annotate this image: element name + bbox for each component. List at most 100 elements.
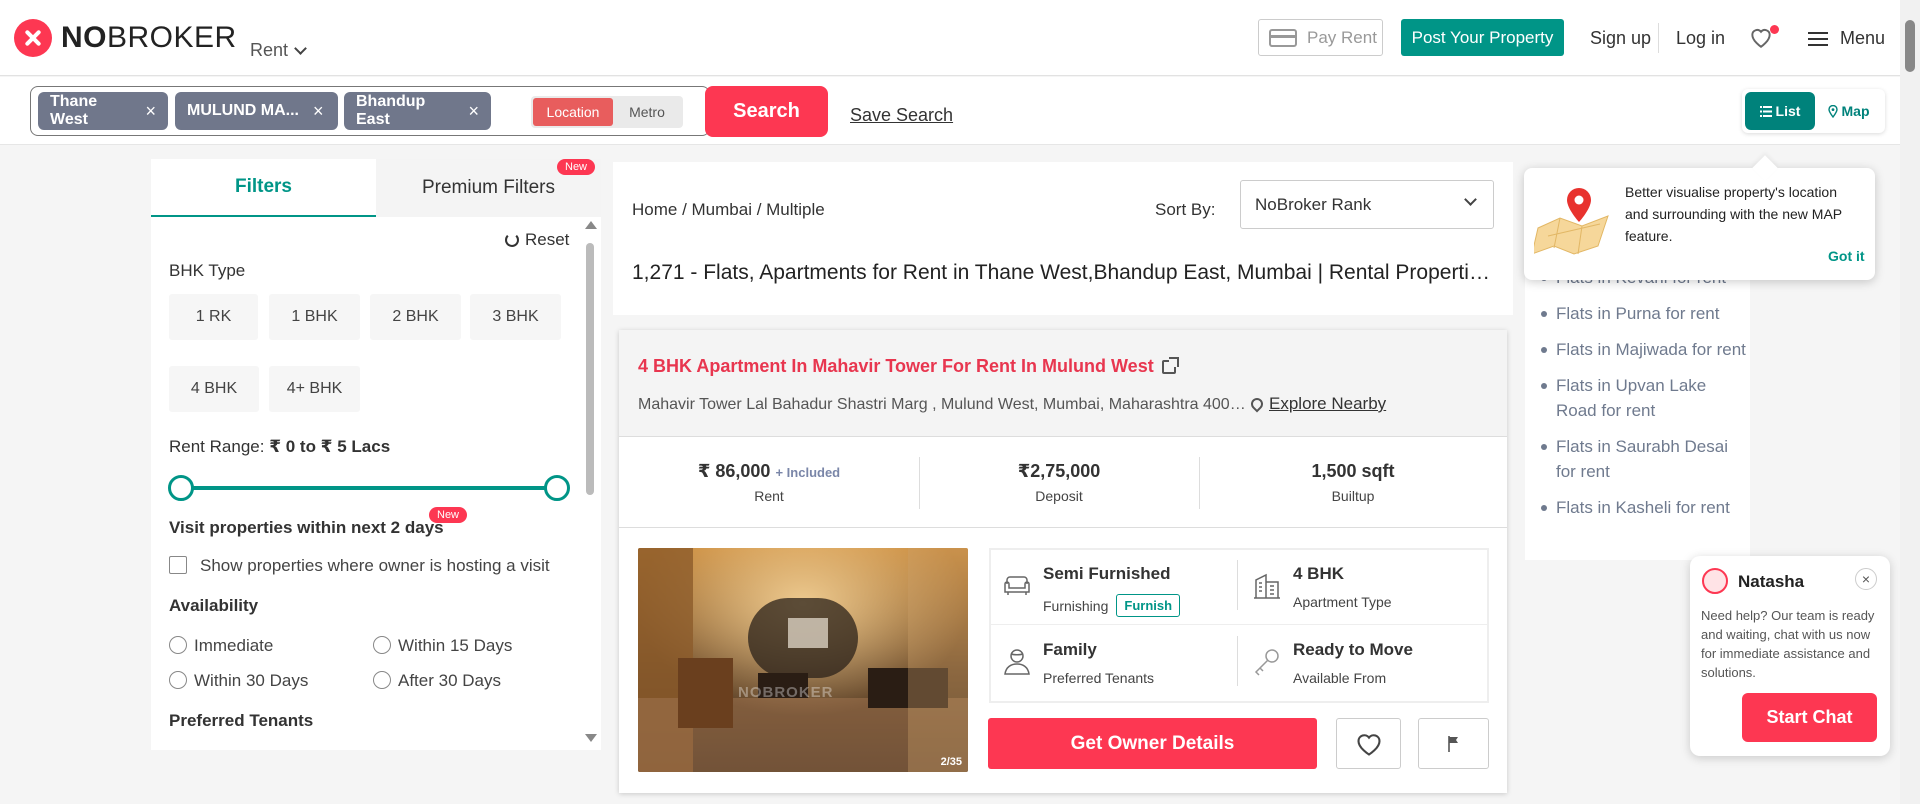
results-header: Home / Mumbai / Multiple Sort By: NoBrok… (613, 162, 1513, 315)
availability-radio[interactable] (169, 671, 187, 689)
rent-min-handle[interactable] (168, 475, 194, 501)
locality-link[interactable]: Flats in Purna for rent (1541, 301, 1750, 326)
card-icon (1269, 28, 1297, 47)
property-photo[interactable]: NOBROKER 2/35 (638, 548, 968, 772)
property-photo-image (638, 548, 968, 772)
scroll-down-arrow[interactable] (585, 734, 597, 742)
rent-dropdown[interactable]: Rent (250, 40, 307, 61)
get-owner-details-button[interactable]: Get Owner Details (988, 718, 1317, 769)
toggle-location[interactable]: Location (533, 98, 613, 126)
furnishing-detail: Semi Furnished Furnishing Furnish (991, 550, 1240, 625)
bhk-option[interactable]: 4 BHK (169, 366, 259, 412)
tab-filters[interactable]: Filters (151, 159, 376, 217)
pay-rent-button[interactable]: Pay Rent (1258, 19, 1383, 56)
nobroker-logo[interactable]: NOBROKER (14, 19, 237, 57)
bhk-option[interactable]: 3 BHK (470, 294, 561, 340)
map-view-button[interactable]: Map (1815, 103, 1882, 119)
menu-label: Menu (1840, 28, 1886, 48)
sign-up-link[interactable]: Sign up (1590, 28, 1651, 49)
bhk-option[interactable]: 2 BHK (370, 294, 461, 340)
location-metro-toggle[interactable]: Location Metro (531, 96, 683, 128)
builtup-stat: 1,500 sqft Builtup (1199, 437, 1507, 528)
bhk-option[interactable]: 1 RK (169, 294, 258, 340)
availability-label: Immediate (194, 636, 274, 655)
got-it-button[interactable]: Got it (1828, 248, 1865, 264)
chip-label: Bhandup East (356, 93, 426, 128)
close-icon[interactable]: × (1855, 568, 1877, 590)
map-pin-icon (1248, 395, 1266, 413)
logo-mark-icon (14, 19, 52, 57)
rent-range-heading: Rent Range: ₹ 0 to ₹ 5 Lacs (169, 437, 391, 456)
availability-radio[interactable] (373, 671, 391, 689)
toggle-metro[interactable]: Metro (613, 104, 681, 120)
close-icon[interactable]: × (468, 101, 479, 122)
furnishing-value: Semi Furnished (1043, 564, 1171, 583)
bhk-option[interactable]: 1 BHK (269, 294, 360, 340)
locality-link[interactable]: Flats in Kasheli for rent (1541, 495, 1750, 520)
availability-label: Within 30 Days (194, 671, 309, 690)
bhk-option[interactable]: 4+ BHK (269, 366, 360, 412)
chevron-down-icon (1464, 193, 1477, 206)
location-chip[interactable]: MULUND MA... × (175, 92, 338, 130)
location-search-box[interactable]: Thane West × MULUND MA... × Bhandup East… (30, 86, 710, 136)
visit-heading: Visit properties within next 2 days (169, 518, 444, 537)
start-chat-button[interactable]: Start Chat (1742, 693, 1877, 742)
page-scrollbar-thumb[interactable] (1905, 20, 1915, 72)
availability-label: After 30 Days (398, 671, 501, 690)
search-button[interactable]: Search (705, 86, 828, 137)
building-icon (1254, 573, 1280, 599)
property-address: Mahavir Tower Lal Bahadur Shastri Marg ,… (638, 396, 1248, 413)
explore-nearby-link[interactable]: Explore Nearby (1248, 394, 1386, 414)
sort-value: NoBroker Rank (1255, 194, 1372, 214)
sort-select[interactable]: NoBroker Rank (1240, 180, 1494, 229)
detail-divider (1237, 560, 1238, 610)
close-icon[interactable]: × (145, 101, 156, 122)
report-button[interactable] (1418, 718, 1489, 769)
scroll-up-arrow[interactable] (585, 221, 597, 229)
furnish-tag-button[interactable]: Furnish (1116, 594, 1181, 617)
log-in-link[interactable]: Log in (1676, 28, 1725, 49)
locality-link[interactable]: Flats in Saurabh Desai for rent (1541, 434, 1750, 484)
hosting-visit-checkbox[interactable] (169, 556, 187, 574)
page-scrollbar-track[interactable] (1900, 0, 1920, 804)
logo-text: NOBROKER (61, 21, 237, 54)
save-search-link[interactable]: Save Search (850, 105, 953, 126)
menu-button[interactable]: Menu (1808, 28, 1885, 49)
available-from-value: Ready to Move (1293, 640, 1413, 659)
deposit-label: Deposit (1035, 488, 1083, 504)
sort-label: Sort By: (1155, 200, 1216, 219)
rent-label: Rent (754, 488, 784, 504)
reset-button[interactable]: Reset (505, 230, 569, 250)
list-view-button[interactable]: List (1745, 92, 1815, 130)
rent-stat: ₹ 86,000 + Included Rent (619, 437, 919, 528)
location-chip[interactable]: Bhandup East × (344, 92, 491, 130)
locality-list: Flats in Kevani for rent Flats in Purna … (1525, 250, 1750, 520)
availability-radio[interactable] (169, 636, 187, 654)
availability-heading: Availability (169, 596, 259, 615)
pay-rent-label: Pay Rent (1307, 27, 1377, 47)
flag-icon (1447, 735, 1458, 752)
hamburger-icon (1808, 31, 1828, 46)
builtup-label: Builtup (1331, 488, 1375, 504)
heart-icon (1356, 733, 1381, 756)
post-property-button[interactable]: Post Your Property (1401, 19, 1564, 56)
card-header: 4 BHK Apartment In Mahavir Tower For Ren… (619, 330, 1507, 437)
builtup-value: 1,500 sqft (1311, 461, 1395, 481)
close-icon[interactable]: × (313, 101, 324, 122)
list-icon (1759, 105, 1772, 117)
rent-max-handle[interactable] (544, 475, 570, 501)
filters-scrollbar[interactable] (586, 243, 594, 495)
map-illustration-icon (1534, 188, 1609, 255)
availability-label: Within 15 Days (398, 636, 513, 655)
availability-radio[interactable] (373, 636, 391, 654)
map-pin-icon (1827, 104, 1838, 118)
reset-label: Reset (525, 230, 570, 249)
property-title-link[interactable]: 4 BHK Apartment In Mahavir Tower For Ren… (638, 356, 1179, 377)
location-chip[interactable]: Thane West × (38, 92, 168, 130)
locality-link[interactable]: Flats in Upvan Lake Road for rent (1541, 373, 1750, 423)
locality-link[interactable]: Flats in Majiwada for rent (1541, 337, 1750, 362)
breadcrumb[interactable]: Home / Mumbai / Multiple (632, 200, 825, 220)
rent-range-slider[interactable] (181, 486, 557, 490)
new-badge: New (557, 159, 596, 175)
favorite-button[interactable] (1336, 718, 1401, 769)
